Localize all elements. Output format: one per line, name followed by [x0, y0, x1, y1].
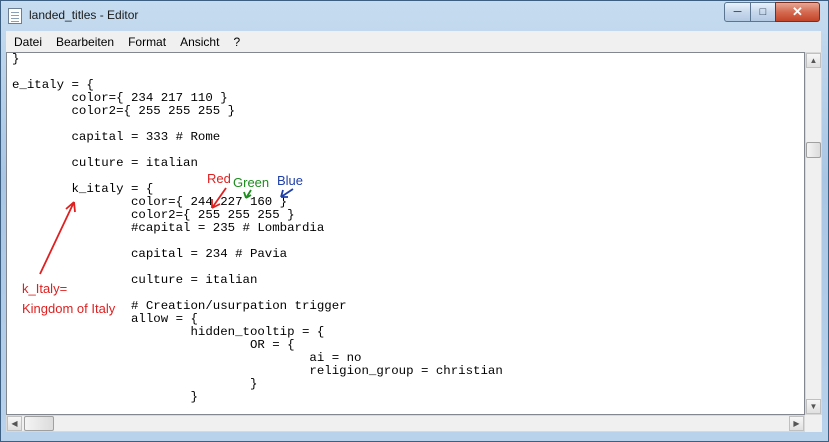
k-italy-arrow-icon — [39, 201, 76, 275]
blue-arrow-icon — [280, 188, 294, 198]
red-arrow-icon — [211, 187, 227, 209]
annotation-arrows — [39, 187, 294, 275]
green-arrow-icon — [243, 189, 252, 199]
